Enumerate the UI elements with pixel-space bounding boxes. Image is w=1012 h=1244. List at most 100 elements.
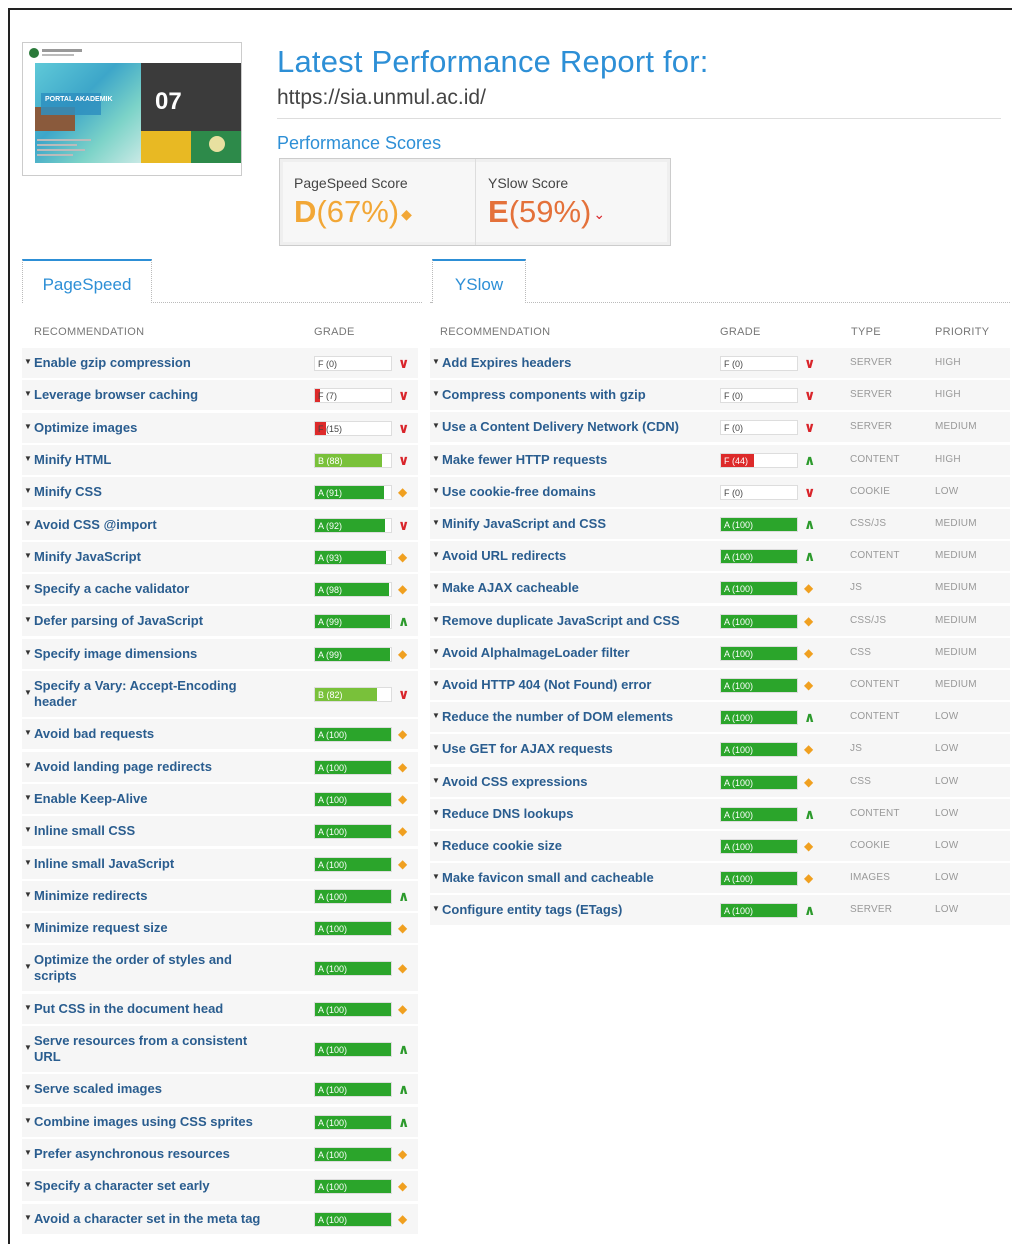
table-row[interactable]: ▼ Make AJAX cacheable A (100) ◆ JS MEDIUM xyxy=(430,573,1010,604)
table-row[interactable]: ▼ Reduce the number of DOM elements A (100… xyxy=(430,702,1010,733)
recommendation-name[interactable]: Combine images using CSS sprites xyxy=(34,1114,264,1130)
expand-triangle-icon[interactable]: ▼ xyxy=(24,922,32,931)
table-row[interactable]: ▼ Specify a character set early A (100) ◆ xyxy=(22,1171,418,1202)
table-row[interactable]: ▼ Avoid bad requests A (100) ◆ xyxy=(22,719,418,750)
expand-triangle-icon[interactable]: ▼ xyxy=(24,583,32,592)
report-url[interactable]: https://sia.unmul.ac.id/ xyxy=(277,86,486,110)
table-row[interactable]: ▼ Minimize redirects A (100) ∧ xyxy=(22,880,418,911)
expand-triangle-icon[interactable]: ▼ xyxy=(24,793,32,802)
recommendation-name[interactable]: Use a Content Delivery Network (CDN) xyxy=(442,419,712,435)
expand-triangle-icon[interactable]: ▼ xyxy=(24,519,32,528)
table-row[interactable]: ▼ Reduce DNS lookups A (100) ∧ CONTENT LOW xyxy=(430,798,1010,829)
expand-triangle-icon[interactable]: ▼ xyxy=(24,1213,32,1222)
recommendation-name[interactable]: Enable Keep-Alive xyxy=(34,791,264,807)
recommendation-name[interactable]: Avoid landing page redirects xyxy=(34,759,264,775)
expand-triangle-icon[interactable]: ▼ xyxy=(24,761,32,770)
expand-triangle-icon[interactable]: ▼ xyxy=(24,1180,32,1189)
table-row[interactable]: ▼ Make favicon small and cacheable A (100)… xyxy=(430,863,1010,894)
table-row[interactable]: ▼ Configure entity tags (ETags) A (100) ∧ SE… xyxy=(430,895,1010,926)
expand-triangle-icon[interactable]: ▼ xyxy=(432,421,440,430)
expand-triangle-icon[interactable]: ▼ xyxy=(24,688,32,697)
table-row[interactable]: ▼ Combine images using CSS sprites A (100)… xyxy=(22,1106,418,1137)
expand-triangle-icon[interactable]: ▼ xyxy=(432,743,440,752)
expand-triangle-icon[interactable]: ▼ xyxy=(24,825,32,834)
recommendation-name[interactable]: Optimize images xyxy=(34,420,264,436)
table-row[interactable]: ▼ Enable Keep-Alive A (100) ◆ xyxy=(22,783,418,814)
table-row[interactable]: ▼ Avoid HTTP 404 (Not Found) error A (100)… xyxy=(430,670,1010,700)
expand-triangle-icon[interactable]: ▼ xyxy=(24,962,32,971)
expand-triangle-icon[interactable]: ▼ xyxy=(24,858,32,867)
recommendation-name[interactable]: Minify CSS xyxy=(34,484,264,500)
expand-triangle-icon[interactable]: ▼ xyxy=(24,486,32,495)
expand-triangle-icon[interactable]: ▼ xyxy=(432,647,440,656)
expand-triangle-icon[interactable]: ▼ xyxy=(432,389,440,398)
table-row[interactable]: ▼ Prefer asynchronous resources A (100) ◆ xyxy=(22,1138,418,1169)
table-row[interactable]: ▼ Avoid URL redirects A (100) ∧ CONTENT MEDIU… xyxy=(430,541,1010,572)
recommendation-name[interactable]: Reduce the number of DOM elements xyxy=(442,709,712,725)
table-row[interactable]: ▼ Defer parsing of JavaScript A (99) ∧ xyxy=(22,606,418,637)
recommendation-name[interactable]: Reduce cookie size xyxy=(442,838,712,854)
expand-triangle-icon[interactable]: ▼ xyxy=(432,840,440,849)
table-row[interactable]: ▼ Use a Content Delivery Network (CDN) F (… xyxy=(430,412,1010,443)
expand-triangle-icon[interactable]: ▼ xyxy=(24,1148,32,1157)
table-row[interactable]: ▼ Minimize request size A (100) ◆ xyxy=(22,913,418,944)
recommendation-name[interactable]: Avoid HTTP 404 (Not Found) error xyxy=(442,677,712,693)
recommendation-name[interactable]: Configure entity tags (ETags) xyxy=(442,902,712,918)
table-row[interactable]: ▼ Use cookie-free domains F (0) ∨ COOKIE LOW xyxy=(430,476,1010,507)
recommendation-name[interactable]: Compress components with gzip xyxy=(442,387,712,403)
recommendation-name[interactable]: Leverage browser caching xyxy=(34,387,264,403)
recommendation-name[interactable]: Avoid bad requests xyxy=(34,726,264,742)
expand-triangle-icon[interactable]: ▼ xyxy=(432,872,440,881)
recommendation-name[interactable]: Avoid CSS expressions xyxy=(442,774,712,790)
recommendation-name[interactable]: Minimize redirects xyxy=(34,888,264,904)
table-row[interactable]: ▼ Inline small JavaScript A (100) ◆ xyxy=(22,848,418,879)
expand-triangle-icon[interactable]: ▼ xyxy=(24,615,32,624)
table-row[interactable]: ▼ Avoid landing page redirects A (100) ◆ xyxy=(22,751,418,782)
table-row[interactable]: ▼ Minify JavaScript A (93) ◆ xyxy=(22,541,418,572)
expand-triangle-icon[interactable]: ▼ xyxy=(432,582,440,591)
tab-pagespeed[interactable]: PageSpeed xyxy=(22,259,152,303)
table-row[interactable]: ▼ Minify HTML B (88) ∨ xyxy=(22,444,418,475)
expand-triangle-icon[interactable]: ▼ xyxy=(24,357,32,366)
recommendation-name[interactable]: Optimize the order of styles and scripts xyxy=(34,952,264,984)
expand-triangle-icon[interactable]: ▼ xyxy=(24,1083,32,1092)
expand-triangle-icon[interactable]: ▼ xyxy=(432,679,440,688)
expand-triangle-icon[interactable]: ▼ xyxy=(432,615,440,624)
table-row[interactable]: ▼ Compress components with gzip F (0) ∨ SERV… xyxy=(430,380,1010,411)
recommendation-name[interactable]: Make fewer HTTP requests xyxy=(442,452,712,468)
table-row[interactable]: ▼ Specify a cache validator A (98) ◆ xyxy=(22,574,418,605)
recommendation-name[interactable]: Use cookie-free domains xyxy=(442,484,712,500)
recommendation-name[interactable]: Specify a character set early xyxy=(34,1178,264,1194)
recommendation-name[interactable]: Minify JavaScript and CSS xyxy=(442,516,712,532)
table-row[interactable]: ▼ Use GET for AJAX requests A (100) ◆ JS LOW xyxy=(430,734,1010,765)
expand-triangle-icon[interactable]: ▼ xyxy=(24,648,32,657)
table-row[interactable]: ▼ Leverage browser caching F (7) ∨ xyxy=(22,380,418,411)
recommendation-name[interactable]: Defer parsing of JavaScript xyxy=(34,613,264,629)
expand-triangle-icon[interactable]: ▼ xyxy=(24,1043,32,1052)
recommendation-name[interactable]: Add Expires headers xyxy=(442,355,712,371)
recommendation-name[interactable]: Inline small CSS xyxy=(34,823,264,839)
table-row[interactable]: ▼ Add Expires headers F (0) ∨ SERVER HIGH xyxy=(430,348,1010,378)
expand-triangle-icon[interactable]: ▼ xyxy=(24,728,32,737)
expand-triangle-icon[interactable]: ▼ xyxy=(24,389,32,398)
table-row[interactable]: ▼ Serve resources from a consistent URL A … xyxy=(22,1026,418,1072)
expand-triangle-icon[interactable]: ▼ xyxy=(432,454,440,463)
table-row[interactable]: ▼ Enable gzip compression F (0) ∨ xyxy=(22,348,418,378)
expand-triangle-icon[interactable]: ▼ xyxy=(432,776,440,785)
recommendation-name[interactable]: Specify image dimensions xyxy=(34,646,264,662)
table-row[interactable]: ▼ Reduce cookie size A (100) ◆ COOKIE LOW xyxy=(430,831,1010,861)
table-row[interactable]: ▼ Avoid AlphaImageLoader filter A (100) ◆ CS… xyxy=(430,637,1010,668)
table-row[interactable]: ▼ Optimize images F (15) ∨ xyxy=(22,412,418,443)
expand-triangle-icon[interactable]: ▼ xyxy=(432,357,440,366)
recommendation-name[interactable]: Minimize request size xyxy=(34,920,264,936)
recommendation-name[interactable]: Enable gzip compression xyxy=(34,355,264,371)
recommendation-name[interactable]: Reduce DNS lookups xyxy=(442,806,712,822)
expand-triangle-icon[interactable]: ▼ xyxy=(24,1003,32,1012)
recommendation-name[interactable]: Put CSS in the document head xyxy=(34,1001,264,1017)
table-row[interactable]: ▼ Minify JavaScript and CSS A (100) ∧ CSS/JS… xyxy=(430,509,1010,539)
table-row[interactable]: ▼ Avoid CSS @import A (92) ∨ xyxy=(22,509,418,540)
recommendation-name[interactable]: Inline small JavaScript xyxy=(34,856,264,872)
table-row[interactable]: ▼ Avoid a character set in the meta tag A … xyxy=(22,1203,418,1234)
recommendation-name[interactable]: Make AJAX cacheable xyxy=(442,580,712,596)
recommendation-name[interactable]: Remove duplicate JavaScript and CSS xyxy=(442,613,712,629)
